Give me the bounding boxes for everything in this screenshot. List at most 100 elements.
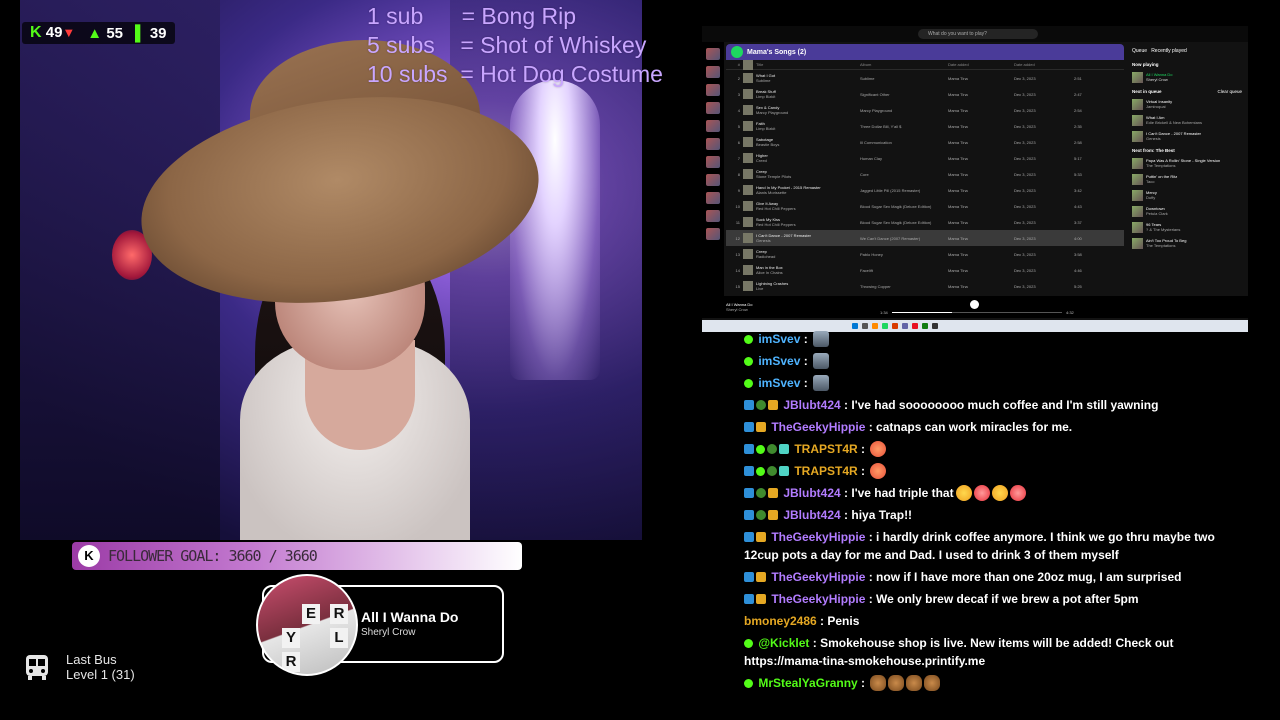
chart-stat: ▌ 39 bbox=[135, 24, 167, 42]
taskbar-icon[interactable] bbox=[862, 323, 868, 329]
play-pause-icon[interactable] bbox=[970, 300, 979, 309]
queue-item[interactable]: Mercy Duffy bbox=[1128, 187, 1246, 203]
total-time: 4:32 bbox=[1066, 310, 1074, 315]
taskbar-icon[interactable] bbox=[922, 323, 928, 329]
clear-queue-button[interactable]: Clear queue bbox=[1217, 89, 1242, 94]
chat-username[interactable]: TheGeekyHippie bbox=[771, 570, 865, 584]
crown-badge-icon bbox=[756, 594, 766, 604]
queue-item[interactable]: Downtown Petula Clark bbox=[1128, 203, 1246, 219]
chat-message: imSvev : bbox=[744, 352, 1224, 370]
album-art: E R Y L R bbox=[256, 574, 358, 676]
spotify-library-sidebar bbox=[702, 42, 724, 296]
queue-item[interactable]: Ain't Too Proud To Beg The Temptations bbox=[1128, 235, 1246, 251]
arrow-badge-icon bbox=[744, 510, 754, 520]
library-thumb[interactable] bbox=[706, 84, 720, 96]
chat-text: catnaps can work miracles for me. bbox=[876, 420, 1073, 434]
bus-icon bbox=[26, 655, 48, 680]
play-icon[interactable] bbox=[731, 46, 743, 58]
chat-username[interactable]: MrStealYaGranny bbox=[758, 676, 857, 690]
library-thumb[interactable] bbox=[706, 156, 720, 168]
track-row[interactable]: 3 Break Stuff Limp Bizkit Significant Oth… bbox=[726, 86, 1124, 102]
tab-queue[interactable]: Queue bbox=[1132, 48, 1147, 54]
check-badge-icon bbox=[744, 639, 753, 648]
track-row[interactable]: 5 Faith Limp Bizkit Three Dollar Bill, Y'… bbox=[726, 118, 1124, 134]
kick-badge-icon: K bbox=[78, 545, 100, 567]
gift-badge-icon bbox=[779, 444, 789, 454]
crown-badge-icon bbox=[768, 488, 778, 498]
taskbar-icon[interactable] bbox=[872, 323, 878, 329]
track-row[interactable]: 6 Sabotage Beastie Boys Ill Communication… bbox=[726, 134, 1124, 150]
library-thumb[interactable] bbox=[706, 174, 720, 186]
track-row[interactable]: 14 Man in the Box Alice In Chains Facelif… bbox=[726, 262, 1124, 278]
taskbar-icon[interactable] bbox=[892, 323, 898, 329]
spotify-search[interactable]: What do you want to play? bbox=[918, 29, 1038, 39]
arrow-badge-icon bbox=[744, 422, 754, 432]
last-bus-label: Last Bus bbox=[66, 652, 117, 667]
queue-item[interactable]: 96 Tears? & The Mysterians bbox=[1128, 219, 1246, 235]
follower-goal-bar: K FOLLOWER GOAL: 3660 / 3660 bbox=[72, 542, 522, 570]
start-icon[interactable] bbox=[852, 323, 858, 329]
library-thumb[interactable] bbox=[706, 48, 720, 60]
chat-username[interactable]: TRAPST4R bbox=[794, 464, 857, 478]
track-row[interactable]: 4 Sex & Candy Marcy Playground Marcy Play… bbox=[726, 102, 1124, 118]
chat-username[interactable]: TRAPST4R bbox=[794, 442, 857, 456]
track-row[interactable]: 10 Give It Away Red Hot Chili Peppers Blo… bbox=[726, 198, 1124, 214]
track-row[interactable]: 13 Creep Radiohead Pablo Honey Mama Tina … bbox=[726, 246, 1124, 262]
arrow-badge-icon bbox=[744, 488, 754, 498]
library-thumb[interactable] bbox=[706, 66, 720, 78]
art-letter: L bbox=[330, 628, 348, 648]
pot-badge-icon bbox=[756, 488, 766, 498]
chat-username[interactable]: imSvev bbox=[758, 332, 800, 346]
player-current: All I Wanna Do Sheryl Crow bbox=[726, 302, 753, 312]
tree-emote-icon bbox=[813, 353, 830, 369]
chat-username[interactable]: imSvev bbox=[758, 354, 800, 368]
taskbar-icon[interactable] bbox=[932, 323, 938, 329]
queue-item[interactable]: Virtual Insanity Jamiroquai bbox=[1128, 96, 1246, 112]
track-row[interactable]: 15 Lightning Crashes Live Throwing Copper… bbox=[726, 278, 1124, 294]
track-row[interactable]: 8 Creep Stone Temple Pilots Core Mama Tin… bbox=[726, 166, 1124, 182]
tree-emote-icon bbox=[813, 331, 830, 347]
taskbar-icon[interactable] bbox=[882, 323, 888, 329]
queue-item[interactable]: Puttin' on the Ritz Taco bbox=[1128, 171, 1246, 187]
laugh-emote-icon bbox=[991, 485, 1008, 501]
chat-text: I've had soooooooo much coffee and I'm s… bbox=[851, 398, 1159, 412]
library-thumb[interactable] bbox=[706, 120, 720, 132]
queue-item[interactable]: I Can't Dance - 2007 Remaster Genesis bbox=[1128, 128, 1246, 144]
art-letter: Y bbox=[282, 628, 300, 648]
taskbar-icon[interactable] bbox=[912, 323, 918, 329]
playlist-header: Mama's Songs (2) bbox=[726, 44, 1124, 60]
now-playing-widget: E R Y L R All I Wanna Do Sheryl Crow bbox=[256, 574, 504, 676]
player-bar: All I Wanna Do Sheryl Crow 1:34 4:32 bbox=[702, 296, 1248, 318]
chat-username[interactable]: JBlubt424 bbox=[783, 398, 840, 412]
library-thumb[interactable] bbox=[706, 192, 720, 204]
track-row[interactable]: 11 Suck My Kiss Red Hot Chili Peppers Blo… bbox=[726, 214, 1124, 230]
track-row[interactable]: 2 What I Got Sublime Sublime Mama Tina De… bbox=[726, 70, 1124, 86]
chat-username[interactable]: JBlubt424 bbox=[783, 486, 840, 500]
library-thumb[interactable] bbox=[706, 228, 720, 240]
library-thumb[interactable] bbox=[706, 138, 720, 150]
library-thumb[interactable] bbox=[706, 102, 720, 114]
track-row[interactable]: 12 I Can't Dance - 2007 Remaster Genesis … bbox=[726, 230, 1124, 246]
chat-message: imSvev : bbox=[744, 374, 1224, 392]
queue-item[interactable]: What I Am Edie Brickell & New Bohemians bbox=[1128, 112, 1246, 128]
track-row[interactable]: 7 Higher Creed Human Clay Mama Tina Dec 3… bbox=[726, 150, 1124, 166]
chat-username[interactable]: JBlubt424 bbox=[783, 508, 840, 522]
queue-current[interactable]: All I Wanna Do Sheryl Crow bbox=[1128, 69, 1246, 85]
track-row[interactable]: 9 Hand In My Pocket - 2015 Remaster Alani… bbox=[726, 182, 1124, 198]
chat-username[interactable]: bmoney2486 bbox=[744, 614, 817, 628]
chat-username[interactable]: TheGeekyHippie bbox=[771, 592, 865, 606]
pot-badge-icon bbox=[756, 510, 766, 520]
queue-next-list: Virtual Insanity Jamiroquai What I Am Edie … bbox=[1128, 96, 1246, 144]
chat-username[interactable]: TheGeekyHippie bbox=[771, 420, 865, 434]
chat-username[interactable]: @Kicklet bbox=[758, 636, 809, 650]
progress-bar[interactable] bbox=[892, 312, 1062, 313]
chat-message: MrStealYaGranny : bbox=[744, 674, 1224, 692]
chat-username[interactable]: imSvev bbox=[758, 376, 800, 390]
library-thumb[interactable] bbox=[706, 210, 720, 222]
tab-recently-played[interactable]: Recently played bbox=[1151, 48, 1187, 54]
col-date: Date added bbox=[1014, 62, 1035, 67]
taskbar-icon[interactable] bbox=[902, 323, 908, 329]
queue-item[interactable]: Papa Was A Rollin' Stone - Single Versio… bbox=[1128, 155, 1246, 171]
chat-username[interactable]: TheGeekyHippie bbox=[771, 530, 865, 544]
crown-badge-icon bbox=[756, 422, 766, 432]
